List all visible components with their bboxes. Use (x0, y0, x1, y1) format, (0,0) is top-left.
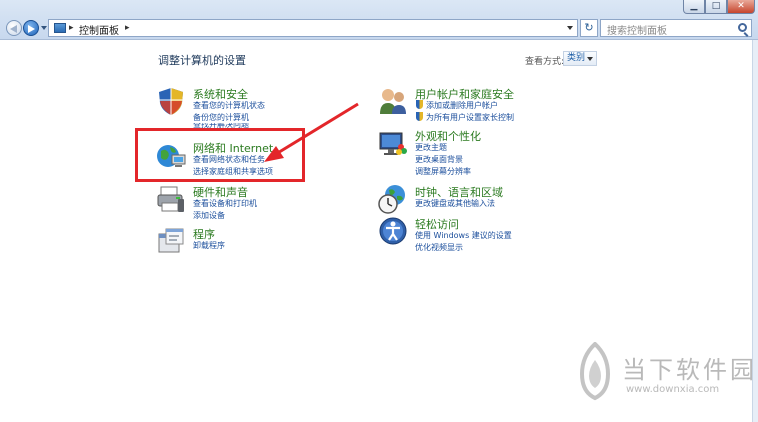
watermark-logo-icon (579, 342, 611, 401)
printer-icon[interactable] (156, 184, 186, 214)
link-add-device[interactable]: 添加设备 (193, 210, 225, 221)
link-uninstall[interactable]: 卸载程序 (193, 240, 225, 251)
maximize-button[interactable]: □ (705, 0, 727, 14)
users-icon[interactable] (378, 86, 408, 116)
uac-shield-icon (416, 100, 423, 109)
clock-globe-icon[interactable] (378, 184, 408, 214)
refresh-button[interactable]: ↻ (580, 19, 598, 37)
programs-icon[interactable] (156, 226, 186, 256)
address-bar[interactable]: ▸ 控制面板 ▸ (48, 19, 578, 37)
view-mode-select[interactable]: 类别 (563, 51, 597, 66)
back-button[interactable] (6, 20, 22, 36)
watermark-text: 当下软件园 (622, 356, 757, 384)
address-toolbar: ▸ 控制面板 ▸ ↻ 搜索控制面板 ▁ □ ✕ (0, 0, 758, 40)
accessibility-icon[interactable] (378, 216, 408, 246)
chevron-right-icon[interactable]: ▸ (69, 23, 74, 33)
page-title: 调整计算机的设置 (158, 54, 246, 67)
link-add-remove-users[interactable]: 添加或删除用户帐户 (426, 100, 498, 111)
link-check-status[interactable]: 查看您的计算机状态 (193, 100, 265, 111)
link-desktop-background[interactable]: 更改桌面背景 (415, 154, 463, 165)
link-windows-settings[interactable]: 使用 Windows 建议的设置 (415, 230, 512, 241)
shield-icon[interactable] (156, 86, 186, 116)
search-placeholder: 搜索控制面板 (607, 26, 667, 37)
highlight-box (135, 128, 305, 182)
view-mode-value: 类别 (567, 53, 586, 63)
link-backup[interactable]: 备份您的计算机 (193, 112, 249, 123)
recent-pages-dropdown-icon[interactable] (41, 26, 47, 30)
link-change-theme[interactable]: 更改主题 (415, 142, 447, 153)
link-screen-resolution[interactable]: 调整屏幕分辨率 (415, 166, 471, 177)
view-mode-label: 查看方式: (525, 57, 565, 67)
forward-button[interactable] (23, 20, 39, 36)
search-icon[interactable] (738, 23, 747, 32)
search-input[interactable]: 搜索控制面板 (600, 19, 752, 37)
watermark: 当下软件园 www.downxia.com (572, 342, 754, 412)
link-change-keyboard[interactable]: 更改键盘或其他输入法 (415, 198, 495, 209)
chevron-down-icon[interactable] (587, 57, 593, 61)
watermark-url: www.downxia.com (626, 384, 720, 395)
uac-shield-icon (416, 112, 423, 121)
address-dropdown-icon[interactable] (567, 26, 573, 30)
link-parental-controls[interactable]: 为所有用户设置家长控制 (426, 112, 514, 123)
appearance-icon[interactable] (378, 128, 408, 158)
control-panel-icon (54, 23, 66, 33)
close-button[interactable]: ✕ (727, 0, 755, 14)
link-video-display[interactable]: 优化视频显示 (415, 242, 463, 253)
link-devices-printers[interactable]: 查看设备和打印机 (193, 198, 257, 209)
minimize-button[interactable]: ▁ (683, 0, 705, 14)
breadcrumb-control-panel[interactable]: 控制面板 (79, 22, 119, 37)
chevron-right-icon[interactable]: ▸ (125, 23, 130, 33)
